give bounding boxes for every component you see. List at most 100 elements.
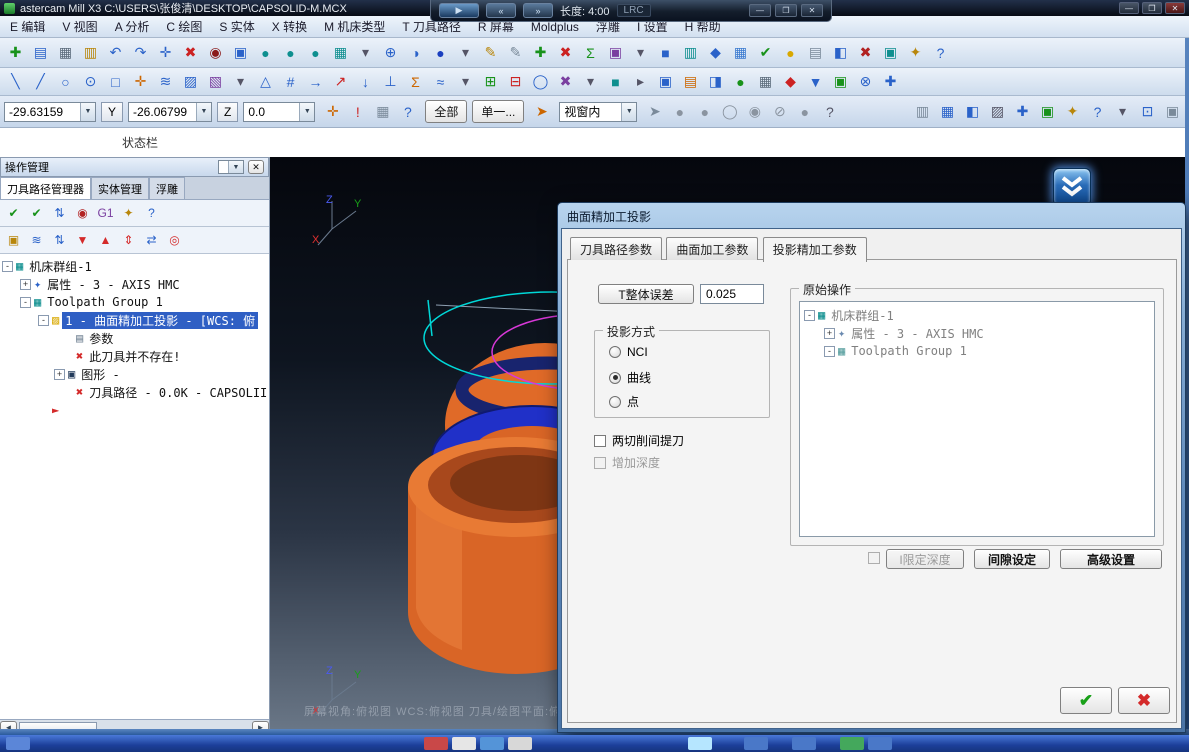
tree-item[interactable]: ► [0, 401, 269, 419]
toolbar-icon[interactable]: ▦ [728, 41, 753, 65]
radio-point[interactable]: 点 [609, 393, 639, 410]
tree-item[interactable]: ▤ 参数 [0, 329, 269, 347]
coordbar-icon[interactable]: ⊡ [1135, 100, 1160, 124]
radio-circle-icon[interactable] [609, 346, 621, 358]
media-maximize-button[interactable]: ❐ [775, 4, 797, 17]
toolbar-icon[interactable]: ◯ [528, 70, 553, 94]
coordbar-icon[interactable]: ▥ [910, 100, 935, 124]
chevron-down-icon[interactable]: ▼ [80, 102, 95, 121]
toolbar-icon[interactable]: ● [728, 70, 753, 94]
toolbar-icon[interactable]: ✖ [853, 41, 878, 65]
tree-expander-icon[interactable]: - [38, 314, 49, 326]
tree-expander-icon[interactable]: - [824, 345, 835, 357]
limit-depth-button[interactable]: I限定深度 [886, 549, 964, 569]
tab-solids-manager[interactable]: 实体管理 [91, 177, 149, 199]
operations-toolbar-icon[interactable]: ≋ [26, 230, 47, 250]
snap-settings-icon[interactable]: ◯ [717, 100, 742, 124]
toolbar-icon[interactable]: ✚ [528, 41, 553, 65]
taskbar-item[interactable] [6, 737, 30, 750]
toolbar-icon[interactable]: ↗ [328, 70, 353, 94]
panel-close-button[interactable]: ✕ [248, 160, 264, 174]
toolbar-icon[interactable]: ▣ [828, 70, 853, 94]
tab-toolpath-manager[interactable]: 刀具路径管理器 [0, 177, 91, 199]
taskbar-item[interactable] [840, 737, 864, 750]
operations-toolbar-icon[interactable]: ⇅ [49, 203, 70, 223]
collapse-panel-button[interactable] [1053, 168, 1091, 206]
operations-toolbar-icon[interactable]: ◎ [164, 230, 185, 250]
toolbar-icon[interactable]: ▦ [53, 41, 78, 65]
x-coordinate-input[interactable]: -29.63159 ▼ [4, 101, 96, 122]
gap-settings-button[interactable]: 间隙设定 [974, 549, 1050, 569]
select-all-button[interactable]: 全部 [425, 100, 468, 123]
play-icon[interactable]: ▶ [439, 3, 479, 18]
operations-toolbar-icon[interactable]: ▲ [95, 230, 116, 250]
y-coordinate-input[interactable]: -26.06799 ▼ [128, 101, 213, 122]
coordbar-icon[interactable]: ? [395, 100, 420, 124]
media-close-button[interactable]: ✕ [801, 4, 823, 17]
radio-circle-icon-selected[interactable] [609, 371, 621, 384]
retract-between-cuts-checkbox[interactable]: 两切削间提刀 [594, 432, 684, 449]
toolbar-icon[interactable]: ⊞ [478, 70, 503, 94]
toolbar-icon[interactable]: ■ [653, 41, 678, 65]
toolbar-icon[interactable]: ▣ [228, 41, 253, 65]
chevron-down-icon[interactable]: ▼ [196, 102, 212, 121]
toolbar-icon[interactable]: ╲ [3, 70, 28, 94]
toolbar-icon[interactable]: Σ [403, 70, 428, 94]
chevron-down-icon[interactable]: ▼ [228, 161, 243, 173]
toolbar-icon[interactable]: ╱ [28, 70, 53, 94]
toolbar-icon[interactable]: ● [278, 41, 303, 65]
toolbar-icon[interactable]: ✚ [3, 41, 28, 65]
operations-toolbar-icon[interactable]: ⇅ [49, 230, 70, 250]
snap-settings-icon[interactable]: ● [667, 100, 692, 124]
tree-expander-icon[interactable]: + [54, 368, 65, 380]
toolbar-icon[interactable]: ▦ [328, 41, 353, 65]
coordbar-icon[interactable]: ✦ [1060, 100, 1085, 124]
toolbar-icon[interactable]: → [303, 70, 328, 94]
toolbar-icon[interactable]: ≈ [428, 70, 453, 94]
view-filter-select[interactable]: 视窗内 ▼ [559, 101, 638, 122]
operations-toolbar-icon[interactable]: ? [141, 203, 162, 223]
toolbar-icon[interactable]: ⊙ [78, 70, 103, 94]
z-coordinate-input[interactable]: 0.0 ▼ [243, 101, 316, 122]
previous-icon[interactable]: « [486, 3, 516, 18]
tab-project-finish-parameters[interactable]: 投影精加工参数 [762, 237, 867, 262]
toolbar-icon[interactable]: # [278, 70, 303, 94]
toolbar-icon[interactable]: ↓ [353, 70, 378, 94]
tree-expander-icon[interactable]: - [804, 309, 815, 321]
toolbar-icon[interactable]: ▦ [753, 70, 778, 94]
tree-item[interactable]: + ✦ 属性 - 3 - AXIS HMC [802, 324, 1152, 342]
minimize-button[interactable]: — [1119, 2, 1139, 14]
tree-expander-icon[interactable]: - [20, 296, 31, 308]
cancel-button[interactable]: ✖ [1118, 687, 1170, 714]
tree-item[interactable]: + ✦ 属性 - 3 - AXIS HMC [0, 275, 269, 293]
toolbar-icon[interactable]: ▣ [603, 41, 628, 65]
operations-toolbar-icon[interactable]: ⇄ [141, 230, 162, 250]
toolbar-icon[interactable]: ◆ [778, 70, 803, 94]
snap-settings-icon[interactable]: ? [817, 100, 842, 124]
toolbar-icon[interactable]: ▤ [803, 41, 828, 65]
toolbar-icon[interactable]: ▤ [678, 70, 703, 94]
tree-item[interactable]: ✖ 此刀具并不存在! [0, 347, 269, 365]
toolbar-icon[interactable]: △ [253, 70, 278, 94]
select-single-button[interactable]: 单一... [472, 100, 525, 123]
taskbar-item[interactable] [424, 737, 448, 750]
toolbar-icon[interactable]: ✖ [553, 41, 578, 65]
menu-item[interactable]: E 编辑 [10, 18, 45, 35]
next-icon[interactable]: » [523, 3, 553, 18]
toolbar-icon[interactable]: ▾ [228, 70, 253, 94]
tree-item[interactable]: ✖ 刀具路径 - 0.0K - CAPSOLII [0, 383, 269, 401]
operations-toolbar-icon[interactable]: ▣ [3, 230, 24, 250]
toolbar-icon[interactable]: ↶ [103, 41, 128, 65]
operations-toolbar-icon[interactable]: ⇕ [118, 230, 139, 250]
snap-settings-icon[interactable]: ➤ [642, 100, 667, 124]
taskbar-item[interactable] [868, 737, 892, 750]
operations-toolbar-icon[interactable]: ◉ [72, 203, 93, 223]
toolbar-icon[interactable]: ● [303, 41, 328, 65]
toolbar-icon[interactable]: ▣ [878, 41, 903, 65]
toolbar-icon[interactable]: ▾ [353, 41, 378, 65]
tree-item[interactable]: + ▣ 图形 - [0, 365, 269, 383]
maximize-button[interactable]: ❐ [1142, 2, 1162, 14]
coordbar-icon[interactable]: ▦ [935, 100, 960, 124]
toolbar-icon[interactable]: ✚ [878, 70, 903, 94]
tree-expander-icon[interactable]: - [2, 260, 13, 272]
